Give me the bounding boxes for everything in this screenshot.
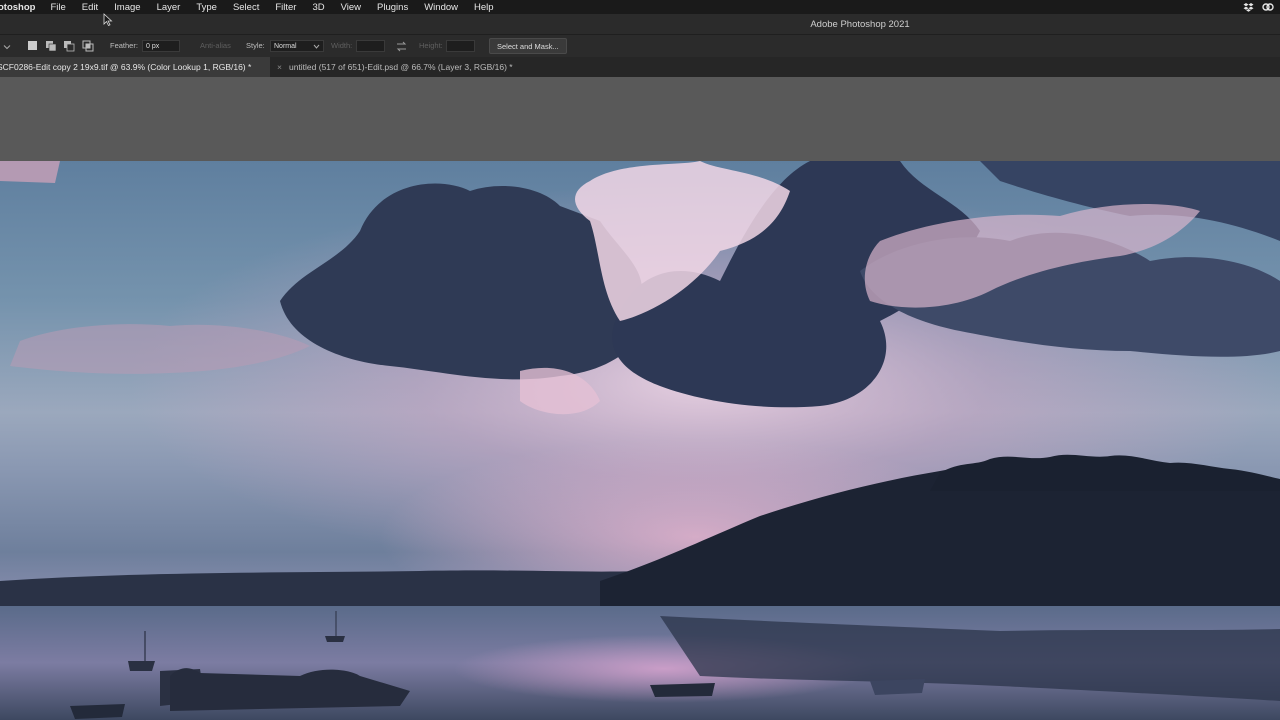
menu-image[interactable]: Image <box>106 2 148 13</box>
cursor-icon <box>103 13 113 27</box>
menu-filter[interactable]: Filter <box>267 2 304 13</box>
tab-label: untitled (517 of 651)-Edit.psd @ 66.7% (… <box>288 62 513 72</box>
feather-label: Feather: <box>110 41 138 50</box>
width-label: Width: <box>331 41 353 50</box>
antialias-checkbox[interactable]: Anti-alias <box>200 39 231 52</box>
options-bar: Feather: 0 px Anti-alias Style: Normal W… <box>0 34 1280 57</box>
menu-3d[interactable]: 3D <box>304 2 332 13</box>
height-label: Height: <box>419 41 443 50</box>
swap-icon[interactable] <box>396 40 407 53</box>
style-select[interactable]: Normal <box>270 40 324 52</box>
add-selection-icon[interactable] <box>45 39 57 52</box>
chevron-down-icon[interactable] <box>0 40 12 53</box>
tab-label: SCF0286-Edit copy 2 19x9.tif @ 63.9% (Co… <box>0 62 252 72</box>
menu-layer[interactable]: Layer <box>149 2 189 13</box>
height-field[interactable] <box>446 40 475 52</box>
menu-plugins[interactable]: Plugins <box>369 2 416 13</box>
menu-file[interactable]: File <box>42 2 73 13</box>
tab-document-2[interactable]: × untitled (517 of 651)-Edit.psd @ 66.7%… <box>270 57 550 77</box>
style-value: Normal <box>274 42 297 50</box>
menu-window[interactable]: Window <box>416 2 466 13</box>
close-icon[interactable]: × <box>277 62 282 72</box>
dropbox-icon[interactable] <box>1243 2 1254 12</box>
new-selection-icon[interactable] <box>28 39 37 52</box>
menu-bar: otoshop File Edit Image Layer Type Selec… <box>0 0 1280 14</box>
feather-field[interactable]: 0 px <box>142 40 180 52</box>
menu-view[interactable]: View <box>333 2 369 13</box>
document-canvas-image[interactable] <box>0 161 1280 720</box>
window-title: Adobe Photoshop 2021 <box>810 19 910 30</box>
tab-document-1[interactable]: SCF0286-Edit copy 2 19x9.tif @ 63.9% (Co… <box>0 57 270 77</box>
select-and-mask-button[interactable]: Select and Mask... <box>489 38 567 54</box>
window-titlebar: Adobe Photoshop 2021 <box>0 14 1280 34</box>
menu-help[interactable]: Help <box>466 2 502 13</box>
document-tab-bar: SCF0286-Edit copy 2 19x9.tif @ 63.9% (Co… <box>0 57 1280 77</box>
width-field[interactable] <box>356 40 385 52</box>
menu-edit[interactable]: Edit <box>74 2 106 13</box>
chevron-down-icon <box>313 44 320 49</box>
subtract-selection-icon[interactable] <box>63 39 75 52</box>
intersect-selection-icon[interactable] <box>82 39 94 52</box>
style-label: Style: <box>246 41 265 50</box>
menu-select[interactable]: Select <box>225 2 267 13</box>
app-name-menu[interactable]: otoshop <box>0 2 42 13</box>
menu-type[interactable]: Type <box>188 2 225 13</box>
creative-cloud-icon[interactable] <box>1262 2 1274 12</box>
pasteboard <box>0 77 1280 161</box>
